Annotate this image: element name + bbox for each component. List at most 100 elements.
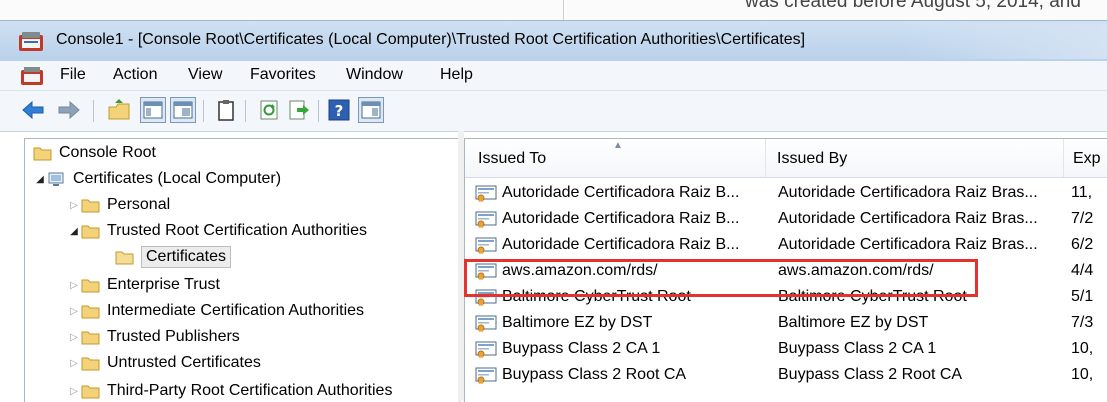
up-folder-icon[interactable]	[106, 97, 132, 123]
cell-issued-by: Autoridade Certificadora Raiz Bras...	[778, 184, 1038, 201]
menu-favorites[interactable]: Favorites	[250, 66, 316, 84]
cell-expiration: 5/1	[1071, 288, 1094, 305]
certificate-icon	[475, 315, 497, 332]
cell-issued-by: Autoridade Certificadora Raiz Bras...	[778, 210, 1038, 227]
column-header-issued-by[interactable]: Issued By	[777, 150, 847, 168]
tree-node-label: Third-Party Root Certification Authoriti…	[107, 382, 393, 399]
toolbar: ?	[0, 91, 1107, 132]
help-icon[interactable]: ?	[326, 97, 352, 123]
toolbar-separator	[203, 100, 204, 122]
certificate-icon	[475, 211, 497, 228]
refresh-icon[interactable]	[256, 97, 282, 123]
folder-icon	[81, 385, 100, 398]
folder-icon	[81, 279, 100, 292]
export-list-icon[interactable]	[286, 97, 312, 123]
column-header-issued-to[interactable]: Issued To	[478, 150, 546, 168]
sort-ascending-icon: ▲	[613, 140, 623, 151]
tree-node-certificates-local-computer[interactable]: ◢ Certificates (Local Computer)	[33, 167, 281, 191]
collapsed-arrow-icon[interactable]: ▷	[67, 386, 81, 397]
background-document: was created before August 5, 2014, and	[0, 0, 1107, 20]
cell-expiration: 6/2	[1071, 236, 1094, 253]
menu-help[interactable]: Help	[440, 66, 473, 84]
console-menu-icon[interactable]	[20, 66, 44, 86]
menu-file[interactable]: File	[60, 66, 86, 84]
mmc-app-icon	[19, 32, 43, 51]
tree-node-intermediate-ca[interactable]: ▷ Intermediate Certification Authorities	[67, 299, 364, 323]
table-row[interactable]: Autoridade Certificadora Raiz B... Autori…	[465, 232, 1107, 258]
background-document-text: was created before August 5, 2014, and	[745, 0, 1081, 12]
collapsed-arrow-icon[interactable]: ▷	[67, 306, 81, 317]
table-row[interactable]: Baltimore EZ by DST Baltimore EZ by DST 7/…	[465, 310, 1107, 336]
tree-node-third-party-root-ca[interactable]: ▷ Third-Party Root Certification Authori…	[67, 379, 392, 402]
tree-node-label: Intermediate Certification Authorities	[107, 302, 365, 319]
cell-expiration: 7/2	[1071, 210, 1094, 227]
toolbar-separator	[318, 100, 319, 122]
table-row[interactable]: Autoridade Certificadora Raiz B... Autori…	[465, 206, 1107, 232]
title-bar-glass	[905, 23, 1107, 59]
cell-issued-to: Baltimore EZ by DST	[502, 314, 653, 331]
tree-node-enterprise-trust[interactable]: ▷ Enterprise Trust	[67, 273, 220, 297]
cell-expiration: 4/4	[1071, 262, 1094, 279]
tree-node-label: Console Root	[59, 144, 156, 161]
column-divider[interactable]	[765, 139, 766, 177]
tree-node-personal[interactable]: ▷ Personal	[67, 193, 170, 217]
column-divider[interactable]	[1063, 139, 1064, 177]
certificate-list-pane: ▲ Issued To Issued By Exp Autoridade Cer…	[464, 138, 1107, 402]
expand-arrow-icon[interactable]: ◢	[67, 226, 81, 237]
folder-icon	[81, 199, 100, 212]
menu-bar: File Action View Favorites Window Help	[0, 61, 1107, 91]
certificate-icon	[475, 185, 497, 202]
back-icon[interactable]	[20, 97, 46, 123]
menu-window[interactable]: Window	[346, 66, 403, 84]
cell-issued-to: Buypass Class 2 CA 1	[502, 340, 661, 357]
collapsed-arrow-icon[interactable]: ▷	[67, 200, 81, 211]
tree-node-untrusted-certificates[interactable]: ▷ Untrusted Certificates	[67, 351, 261, 375]
collapsed-arrow-icon[interactable]: ▷	[67, 358, 81, 369]
cell-issued-to: Buypass Class 2 Root CA	[502, 366, 687, 383]
expand-arrow-icon[interactable]: ◢	[33, 174, 47, 185]
table-row[interactable]: Autoridade Certificadora Raiz B... Autori…	[465, 180, 1107, 206]
tree-node-label: Personal	[107, 196, 171, 213]
menu-action[interactable]: Action	[113, 66, 157, 84]
computer-icon	[48, 172, 64, 186]
cell-expiration: 7/3	[1071, 314, 1094, 331]
cell-issued-by: aws.amazon.com/rds/	[778, 262, 934, 279]
certificate-icon	[475, 289, 497, 306]
cell-issued-to: Autoridade Certificadora Raiz B...	[502, 184, 740, 201]
collapsed-arrow-icon[interactable]: ▷	[67, 280, 81, 291]
cell-expiration: 10,	[1071, 340, 1094, 357]
toolbar-separator	[93, 100, 94, 122]
certificate-icon	[475, 367, 497, 384]
tree-node-certificates[interactable]: Certificates	[115, 245, 232, 269]
collapsed-arrow-icon[interactable]: ▷	[67, 332, 81, 343]
properties-icon[interactable]	[213, 97, 239, 123]
console-window-icon[interactable]	[170, 97, 196, 123]
window-title: Console1 - [Console Root\Certificates (L…	[56, 31, 806, 48]
table-row[interactable]: aws.amazon.com/rds/aws.amazon.com/rds/4/…	[465, 258, 1107, 284]
menu-view[interactable]: View	[188, 66, 222, 84]
show-hide-console-tree-icon[interactable]	[140, 97, 166, 123]
toolbar-separator	[245, 100, 246, 122]
cell-issued-to: Autoridade Certificadora Raiz B...	[502, 236, 740, 253]
tree-node-trusted-publishers[interactable]: ▷ Trusted Publishers	[67, 325, 240, 349]
column-header-expiration[interactable]: Exp	[1073, 150, 1101, 168]
tree-node-label: Certificates (Local Computer)	[73, 170, 282, 187]
cell-issued-to: Baltimore CyberTrust Root	[502, 288, 691, 305]
show-hide-action-pane-icon[interactable]	[358, 97, 384, 123]
cell-issued-to: Autoridade Certificadora Raiz B...	[502, 210, 740, 227]
table-row[interactable]: Buypass Class 2 Root CA Buypass Class 2 R…	[465, 362, 1107, 388]
table-row[interactable]: Buypass Class 2 CA 1 Buypass Class 2 CA 1…	[465, 336, 1107, 362]
tree-node-trusted-root-ca[interactable]: ◢ Trusted Root Certification Authorities	[67, 219, 367, 243]
window-title-bar[interactable]: Console1 - [Console Root\Certificates (L…	[0, 20, 1107, 61]
tree-node-console-root[interactable]: Console Root	[33, 141, 156, 165]
tree-node-label: Trusted Publishers	[107, 328, 240, 345]
tree-node-label: Enterprise Trust	[107, 276, 220, 293]
open-folder-icon	[115, 251, 134, 264]
cell-issued-by: Buypass Class 2 CA 1	[778, 340, 937, 357]
table-row[interactable]: Baltimore CyberTrust Root Baltimore Cyber…	[465, 284, 1107, 310]
cell-issued-to: aws.amazon.com/rds/	[502, 262, 658, 279]
background-divider	[563, 0, 564, 20]
forward-icon[interactable]	[56, 97, 82, 123]
tree-node-label: Untrusted Certificates	[107, 354, 261, 371]
certificate-icon	[475, 263, 497, 280]
